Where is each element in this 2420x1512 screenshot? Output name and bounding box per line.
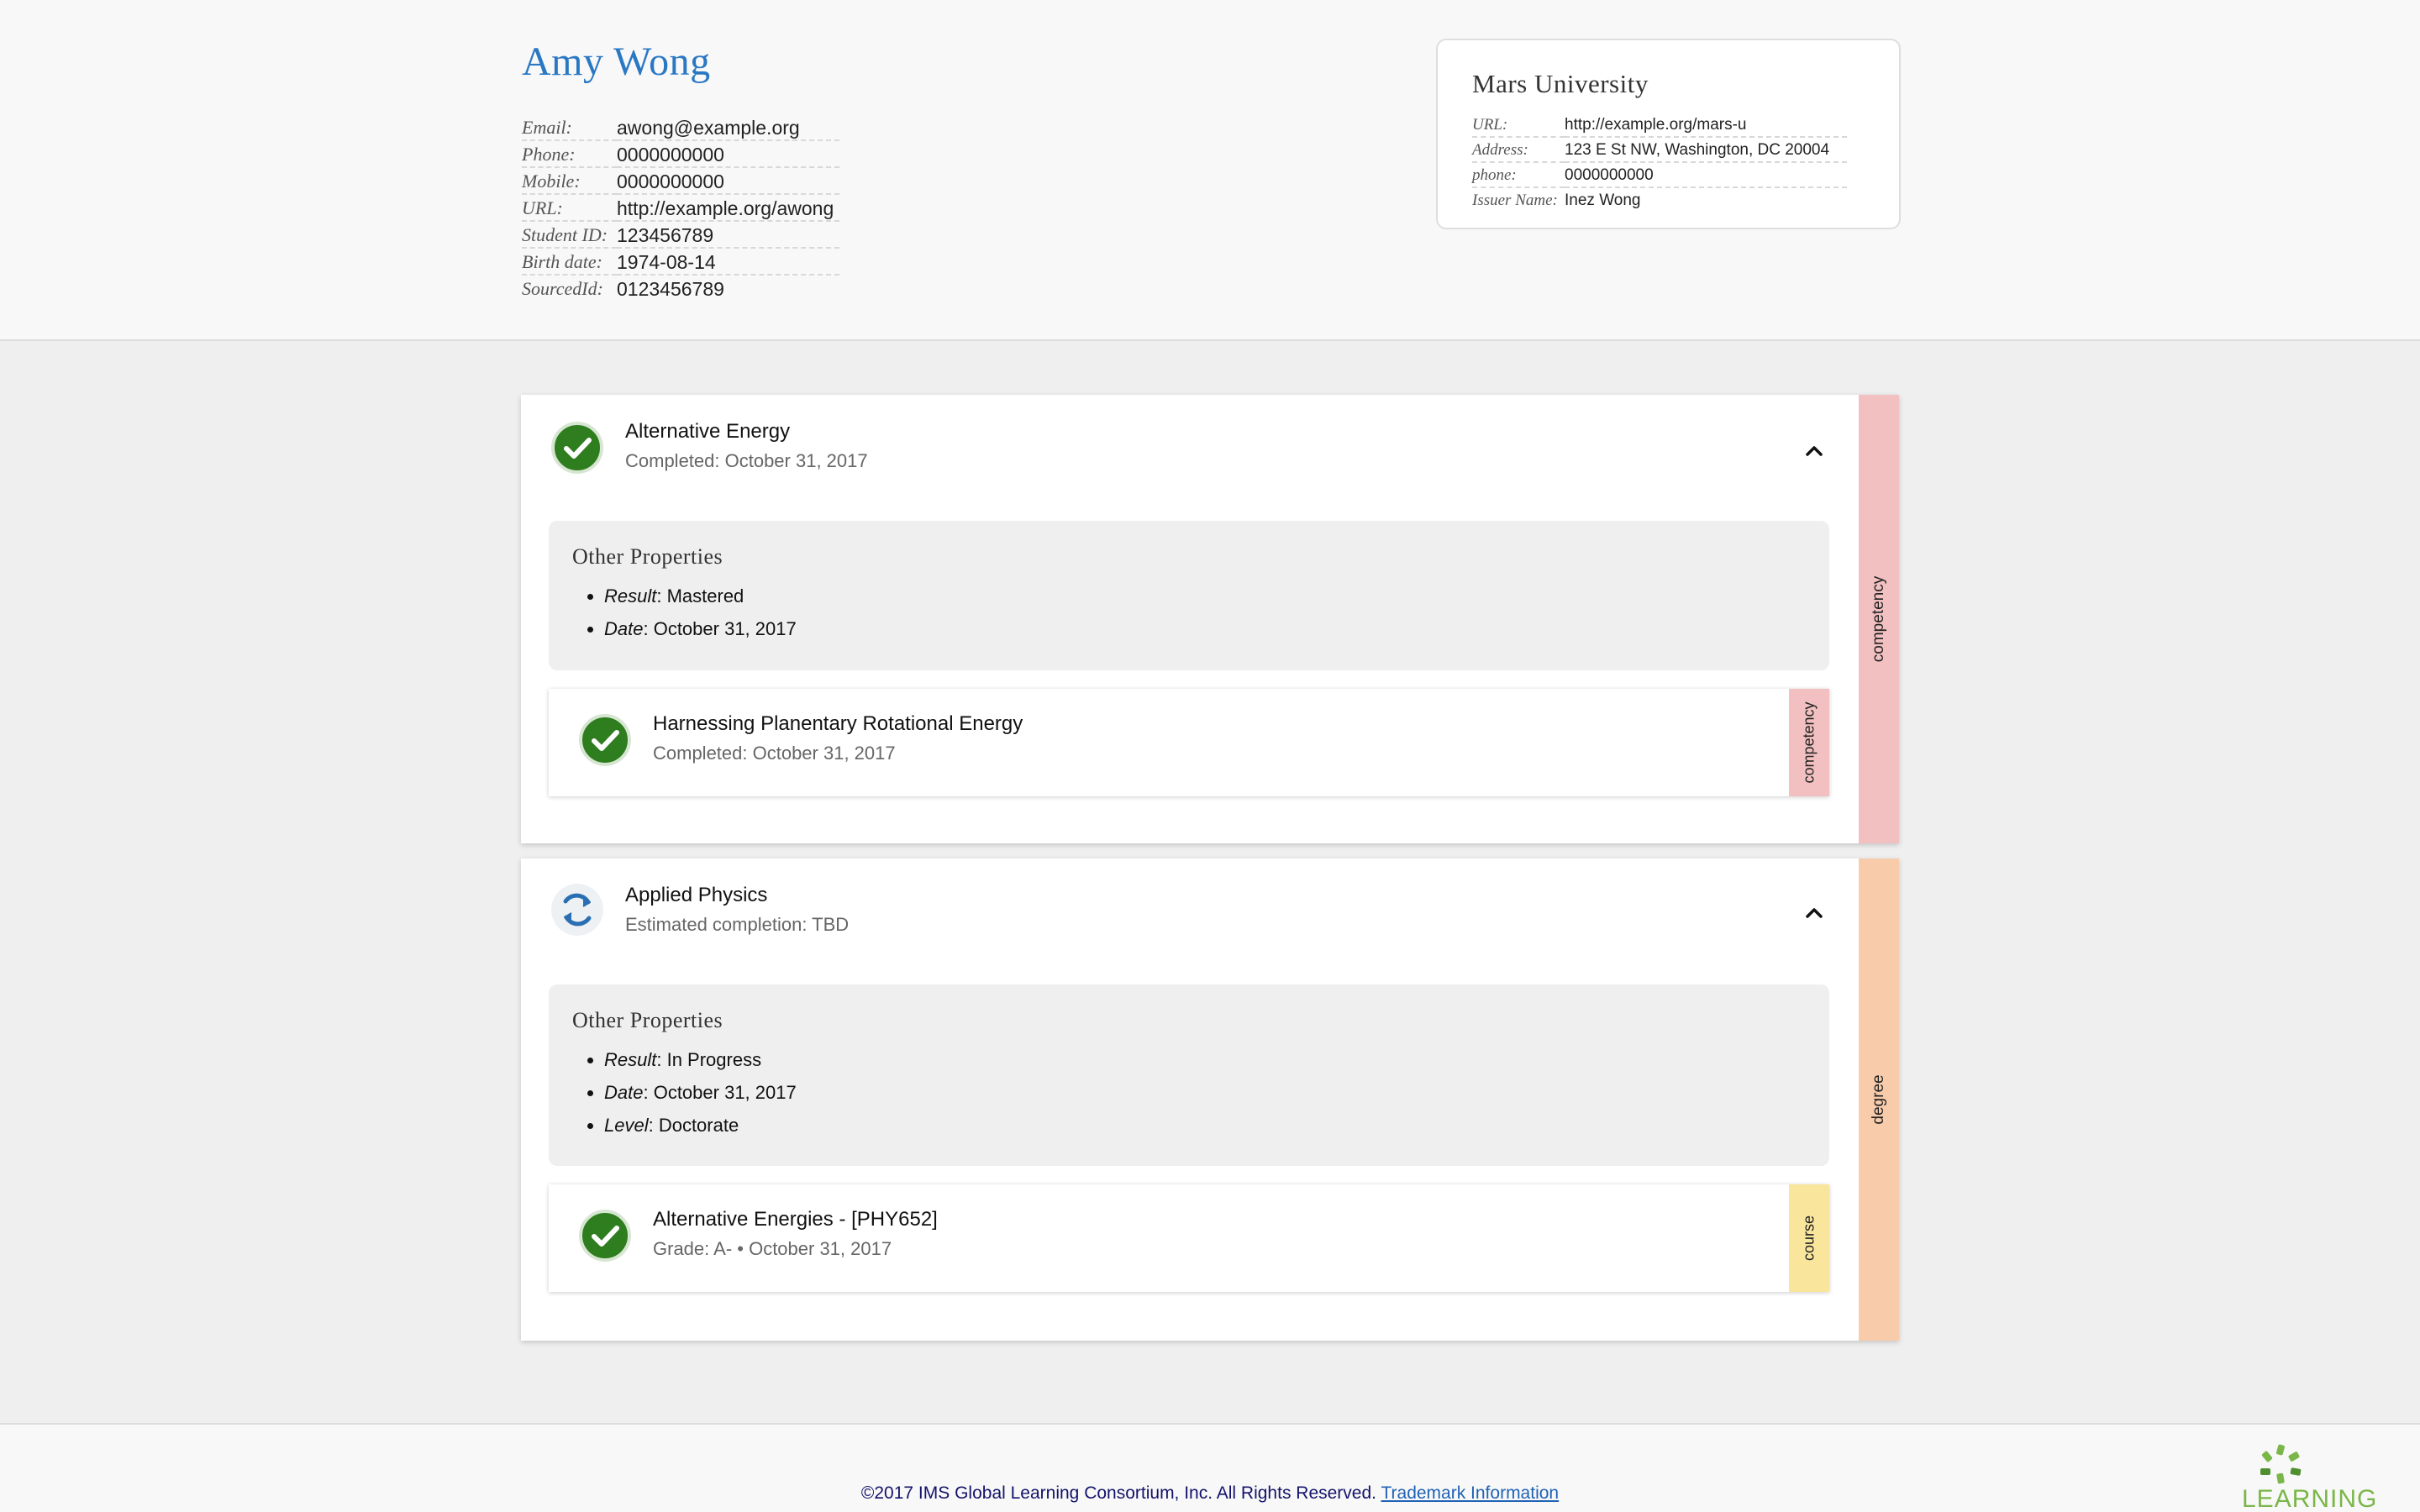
property-item: Result: Mastered <box>604 580 797 612</box>
field-value: 1974-08-14 <box>617 249 839 276</box>
field-value: 123 E St NW, Washington, DC 20004 <box>1565 138 1847 163</box>
property-value: : In Progress <box>656 1049 762 1070</box>
student-info-table: Email: awong@example.org Phone: 0000000000… <box>522 114 839 302</box>
student-email-row: Email: awong@example.org <box>522 114 839 141</box>
check-circle-icon <box>579 1210 631 1262</box>
achievement-card: degree Applied Physics Estimated complet… <box>521 858 1899 1341</box>
other-properties-title: Other Properties <box>572 544 723 569</box>
property-value: : Doctorate <box>648 1115 739 1136</box>
child-type-bar: competency <box>1789 689 1829 796</box>
field-label: SourcedId: <box>522 278 603 299</box>
copyright-text: ©2017 IMS Global Learning Consortium, In… <box>0 1483 2420 1504</box>
student-url-row: URL: http://example.org/awong <box>522 195 839 222</box>
achievement-type-tag: degree <box>1870 1074 1887 1125</box>
property-key: Result <box>604 585 657 606</box>
check-circle-icon <box>551 422 603 474</box>
trademark-link[interactable]: Trademark Information <box>1381 1483 1559 1503</box>
property-key: Date <box>604 618 644 639</box>
achievement-title: Alternative Energy <box>625 420 791 443</box>
student-phone-row: Phone: 0000000000 <box>522 141 839 168</box>
field-label: Birth date: <box>522 249 617 276</box>
property-key: Level <box>604 1115 649 1136</box>
issuer-address-row: Address: 123 E St NW, Washington, DC 2000… <box>1472 138 1847 163</box>
field-label: Address: <box>1472 138 1565 163</box>
field-value: Inez Wong <box>1565 192 1641 209</box>
student-id-row: Student ID: 123456789 <box>522 222 839 249</box>
achievement-type-bar: degree <box>1859 858 1899 1341</box>
property-item: Level: Doctorate <box>604 1109 797 1142</box>
field-label: URL: <box>1472 113 1565 138</box>
field-label: Student ID: <box>522 222 617 249</box>
achievement-title: Applied Physics <box>625 884 768 906</box>
check-circle-icon <box>579 714 631 766</box>
page-footer: ©2017 IMS Global Learning Consortium, In… <box>0 1423 2420 1512</box>
issuer-info-table: URL: http://example.org/mars-u Address: 12… <box>1472 113 1847 213</box>
field-value: 0000000000 <box>617 141 839 168</box>
other-properties-panel: Other Properties Result: Mastered Date: … <box>549 521 1829 670</box>
achievement-subtitle: Estimated completion: TBD <box>625 914 850 935</box>
field-value: http://example.org/mars-u <box>1565 113 1847 138</box>
properties-list: Result: Mastered Date: October 31, 2017 <box>604 580 797 645</box>
field-label: Issuer Name: <box>1472 192 1558 209</box>
field-label: Email: <box>522 114 617 141</box>
property-item: Date: October 31, 2017 <box>604 1076 797 1109</box>
collapse-chevron-up-icon[interactable] <box>1800 437 1828 465</box>
other-properties-panel: Other Properties Result: In Progress Dat… <box>549 984 1829 1166</box>
student-sourcedid-row: SourcedId: 0123456789 <box>522 276 839 302</box>
child-title: Harnessing Planentary Rotational Energy <box>653 712 1023 735</box>
properties-list: Result: In Progress Date: October 31, 20… <box>604 1043 797 1142</box>
child-type-tag: competency <box>1800 701 1818 784</box>
property-item: Date: October 31, 2017 <box>604 612 797 645</box>
child-type-bar: course <box>1789 1184 1829 1292</box>
field-value: http://example.org/awong <box>617 195 839 222</box>
field-value: 0123456789 <box>617 278 724 300</box>
logo-wordmark: LEARNING <box>2242 1485 2378 1512</box>
field-label: Phone: <box>522 141 617 168</box>
property-value: : Mastered <box>656 585 744 606</box>
child-subtitle: Grade: A- • October 31, 2017 <box>653 1238 892 1259</box>
child-title: Alternative Energies - [PHY652] <box>653 1208 938 1231</box>
property-key: Date <box>604 1082 644 1103</box>
field-label: Mobile: <box>522 168 617 195</box>
issuer-url-row: URL: http://example.org/mars-u <box>1472 113 1847 138</box>
issuer-card: Mars University URL: http://example.org/m… <box>1436 39 1901 229</box>
issuer-contact-row: Issuer Name: Inez Wong <box>1472 188 1847 213</box>
sync-icon <box>551 884 603 936</box>
child-subtitle: Completed: October 31, 2017 <box>653 743 896 764</box>
property-value: : October 31, 2017 <box>643 618 797 639</box>
field-label: URL: <box>522 195 617 222</box>
student-name: Amy Wong <box>522 39 711 84</box>
child-achievement-card[interactable]: course Alternative Energies - [PHY652] G… <box>549 1184 1829 1292</box>
achievement-type-tag: competency <box>1870 575 1887 663</box>
child-achievement-card[interactable]: competency Harnessing Planentary Rotatio… <box>549 689 1829 796</box>
collapse-chevron-up-icon[interactable] <box>1800 899 1828 927</box>
field-value: awong@example.org <box>617 114 839 141</box>
student-mobile-row: Mobile: 0000000000 <box>522 168 839 195</box>
field-value: 0000000000 <box>1565 163 1847 188</box>
learner-header: Amy Wong Email: awong@example.org Phone: 0… <box>0 0 2420 341</box>
other-properties-title: Other Properties <box>572 1008 723 1032</box>
field-label: phone: <box>1472 163 1565 188</box>
child-type-tag: course <box>1800 1215 1818 1262</box>
issuer-phone-row: phone: 0000000000 <box>1472 163 1847 188</box>
field-value: 123456789 <box>617 222 839 249</box>
achievement-card: competency Alternative Energy Completed:… <box>521 395 1899 843</box>
achievement-subtitle: Completed: October 31, 2017 <box>625 450 868 471</box>
property-value: : October 31, 2017 <box>643 1082 797 1103</box>
property-key: Result <box>604 1049 657 1070</box>
property-item: Result: In Progress <box>604 1043 797 1076</box>
achievement-type-bar: competency <box>1859 395 1899 843</box>
student-birthdate-row: Birth date: 1974-08-14 <box>522 249 839 276</box>
field-value: 0000000000 <box>617 168 839 195</box>
issuer-name: Mars University <box>1472 69 1649 98</box>
copyright-label: ©2017 IMS Global Learning Consortium, In… <box>860 1483 1376 1503</box>
